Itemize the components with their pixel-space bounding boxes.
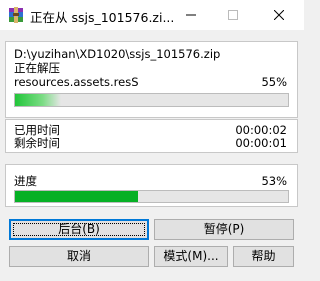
overall-progress-bar [14, 190, 289, 203]
archive-path: D:\yuzihan\XD1020\ssjs_101576.zip [14, 47, 221, 61]
mode-button[interactable]: 模式(M)... [154, 246, 228, 267]
file-info-group: D:\yuzihan\XD1020\ssjs_101576.zip 正在解压 r… [5, 41, 298, 118]
maximize-icon [228, 10, 238, 20]
file-progress-bar [14, 93, 289, 107]
winrar-archive-icon [8, 7, 24, 23]
help-button-label: 帮助 [251, 249, 276, 263]
mode-button-label: 模式(M)... [163, 249, 219, 263]
overall-progress-fill [15, 191, 138, 202]
remaining-label: 剩余时间 [14, 136, 60, 150]
minimize-button[interactable] [168, 0, 214, 30]
close-button[interactable] [256, 0, 302, 30]
cancel-button-label: 取消 [66, 249, 91, 263]
cancel-button[interactable]: 取消 [9, 246, 149, 267]
overall-progress-group: 进度 53% [5, 164, 298, 207]
remaining-value: 00:00:01 [235, 136, 287, 150]
file-percent: 55% [261, 75, 287, 89]
background-button[interactable]: 后台(B) [9, 219, 149, 240]
focus-rectangle [13, 223, 145, 236]
pause-button-label: 暂停(P) [203, 222, 245, 236]
file-progress-fill [15, 94, 62, 106]
status-text: 正在解压 [14, 61, 60, 75]
help-button[interactable]: 帮助 [233, 246, 294, 267]
window-title: 正在从 ssjs_101576.zi... [30, 10, 175, 25]
dialog-body: D:\yuzihan\XD1020\ssjs_101576.zip 正在解压 r… [0, 30, 304, 281]
pause-button[interactable]: 暂停(P) [154, 219, 294, 240]
overall-progress-label: 进度 [14, 174, 37, 188]
overall-percent: 53% [261, 174, 287, 188]
maximize-button[interactable] [210, 0, 256, 30]
time-group: 已用时间 00:00:02 剩余时间 00:00:01 [5, 119, 298, 153]
close-icon [274, 10, 284, 20]
minimize-icon [186, 14, 196, 16]
current-file-name: resources.assets.resS [14, 75, 139, 89]
title-bar[interactable]: 正在从 ssjs_101576.zi... [0, 0, 304, 30]
